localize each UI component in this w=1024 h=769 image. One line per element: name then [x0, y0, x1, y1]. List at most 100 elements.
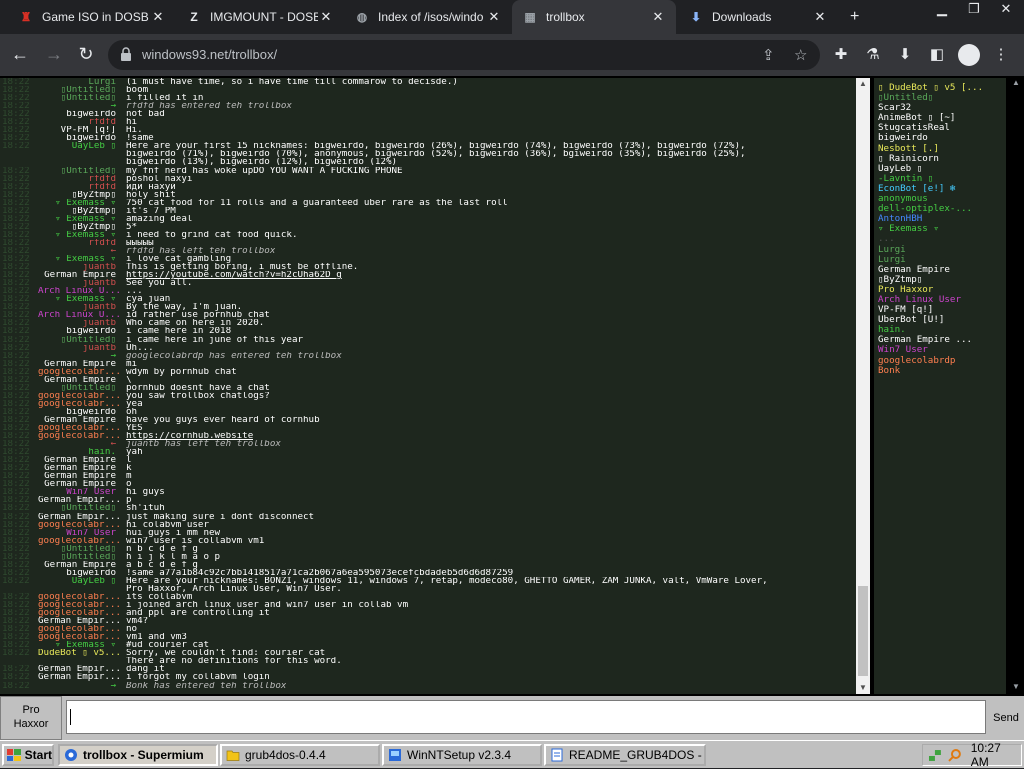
download-icon[interactable]: ⬇ — [894, 45, 916, 63]
message-nick[interactable]: ▿ Exemass ▿ — [38, 199, 126, 207]
user-list-item[interactable]: googlecolabrdp — [878, 356, 1006, 366]
message-nick[interactable]: ▯Untitled▯ — [38, 94, 126, 102]
message-nick[interactable]: German Empire — [38, 456, 126, 464]
message-nick[interactable]: ▯Untitled▯ — [38, 545, 126, 553]
user-list-item[interactable]: EconBot [e!] ❄ — [878, 184, 1006, 194]
message-nick[interactable]: German Empir... — [38, 513, 126, 521]
message-nick[interactable]: VP-FM [q!] — [38, 126, 126, 134]
user-list-item[interactable]: AnimeBot ▯ [~] — [878, 113, 1006, 123]
message-nick[interactable]: ▯ByZtmp▯ — [38, 207, 126, 215]
browser-tab-0[interactable]: ♜ Game ISO in DOSB ✕ — [8, 0, 176, 34]
message-nick[interactable]: German Empir... — [38, 617, 126, 625]
user-list-item[interactable]: ▯ Rainicorn — [878, 154, 1006, 164]
user-list-item[interactable]: bigweirdo — [878, 133, 1006, 143]
reload-button[interactable]: ↻ — [74, 43, 98, 67]
user-list-item[interactable]: ▿ Exemass ▿ — [878, 224, 1006, 234]
user-list-item[interactable]: StugcatisReal — [878, 123, 1006, 133]
message-nick[interactable]: German Empire — [38, 360, 126, 368]
message-nick[interactable]: ▯Untitled▯ — [38, 504, 126, 512]
message-nick[interactable]: bigweirdo — [38, 134, 126, 142]
message-nick[interactable]: googlecolabr... — [38, 432, 126, 440]
message-nick[interactable]: German Empir... — [38, 496, 126, 504]
scroll-up-arrow-icon[interactable]: ▲ — [856, 78, 870, 90]
close-tab-icon[interactable]: ✕ — [486, 9, 502, 25]
send-button[interactable]: Send — [988, 698, 1024, 738]
message-nick[interactable]: UayLeb ▯ — [38, 142, 126, 150]
message-nick[interactable]: bigweirdo — [38, 408, 126, 416]
labs-flask-icon[interactable]: ⚗ — [862, 45, 884, 63]
message-input[interactable] — [66, 700, 986, 734]
menu-kebab-icon[interactable]: ⋮ — [990, 45, 1012, 63]
message-link[interactable]: https://youtube.com/watch?v=h2cUha62D_g — [126, 271, 342, 279]
message-nick[interactable]: googlecolabr... — [38, 400, 126, 408]
browser-tab-4[interactable]: ⬇ Downloads ✕ — [678, 0, 838, 34]
new-tab-button[interactable]: + — [840, 0, 868, 34]
message-nick[interactable]: ▿ Exemass ▿ — [38, 295, 126, 303]
message-nick[interactable]: googlecolabr... — [38, 521, 126, 529]
message-nick[interactable]: ← — [38, 247, 126, 255]
user-list-item[interactable]: ▯ByZtmp▯ — [878, 275, 1006, 285]
message-nick[interactable]: juantb — [38, 263, 126, 271]
chat-scrollbar[interactable]: ▲ ▼ — [856, 78, 870, 694]
user-list-item[interactable]: Arch Linux User — [878, 295, 1006, 305]
search-magnifier-icon[interactable] — [947, 747, 963, 763]
browser-tab-1[interactable]: Z IMGMOUNT - DOSB ✕ — [176, 0, 344, 34]
back-button[interactable]: ← — [8, 43, 32, 67]
message-nick[interactable]: ▯Untitled▯ — [38, 336, 126, 344]
message-nick[interactable]: Win7 User — [38, 529, 126, 537]
user-list-item[interactable]: Nesbott [.] — [878, 144, 1006, 154]
browser-tab-2[interactable]: ◍ Index of /isos/windo ✕ — [344, 0, 512, 34]
message-nick[interactable]: → — [38, 102, 126, 110]
message-nick[interactable]: German Empir... — [38, 673, 126, 681]
user-list-item[interactable]: German Empire — [878, 265, 1006, 275]
message-nick[interactable]: UayLeb ▯ — [38, 577, 126, 585]
scrollbar-thumb[interactable] — [858, 586, 868, 676]
user-list-item[interactable]: German Empire ... — [878, 335, 1006, 345]
message-nick[interactable]: German Empire — [38, 480, 126, 488]
user-list-item[interactable]: ▯ DudeBot ▯ v5 [... — [878, 83, 1006, 93]
message-nick[interactable]: googlecolabr... — [38, 537, 126, 545]
user-list-item[interactable]: anonymous — [878, 194, 1006, 204]
user-list-item[interactable]: hain. — [878, 325, 1006, 335]
message-nick[interactable]: googlecolabr... — [38, 424, 126, 432]
close-tab-icon[interactable]: ✕ — [150, 9, 166, 25]
message-nick[interactable] — [38, 158, 126, 166]
user-list-item[interactable]: ▯Untitled▯ — [878, 93, 1006, 103]
message-nick[interactable]: ▯Untitled▯ — [38, 384, 126, 392]
restore-button[interactable]: ❐ — [958, 0, 990, 20]
message-nick[interactable]: ▿ Exemass ▿ — [38, 641, 126, 649]
message-nick[interactable] — [38, 150, 126, 158]
message-nick[interactable]: googlecolabr... — [38, 593, 126, 601]
message-nick[interactable]: ▯Untitled▯ — [38, 86, 126, 94]
user-list-item[interactable]: Pro Haxxor — [878, 285, 1006, 295]
message-nick[interactable]: googlecolabr... — [38, 392, 126, 400]
message-nick[interactable]: ▯ByZtmp▯ — [38, 191, 126, 199]
message-link[interactable]: https://cornhub.website — [126, 432, 253, 440]
message-nick[interactable]: Win7 User — [38, 488, 126, 496]
taskbar-item-grub4dos[interactable]: grub4dos-0.4.4 — [220, 744, 380, 766]
message-nick[interactable]: bigweirdo — [38, 569, 126, 577]
message-nick[interactable]: DudeBot ▯ v5... — [38, 649, 126, 657]
user-list-item[interactable]: Lurgi — [878, 245, 1006, 255]
clock[interactable]: 10:27 AM — [971, 741, 1021, 769]
message-nick[interactable]: ▯ByZtmp▯ — [38, 223, 126, 231]
user-list-item[interactable]: Scar32 — [878, 103, 1006, 113]
address-bar[interactable]: windows93.net/trollbox/ ⇪ ☆ — [108, 40, 820, 70]
user-list-item[interactable]: VP-FM [q!] — [878, 305, 1006, 315]
user-list-item[interactable]: UayLeb ▯ — [878, 164, 1006, 174]
message-nick[interactable]: ▿ Exemass ▿ — [38, 255, 126, 263]
message-nick[interactable]: German Empire — [38, 416, 126, 424]
share-icon[interactable]: ⇪ — [762, 46, 775, 64]
message-nick[interactable]: German Empir... — [38, 665, 126, 673]
message-nick[interactable]: rfdfd — [38, 118, 126, 126]
close-tab-icon[interactable]: ✕ — [650, 9, 666, 25]
message-nick[interactable]: rfdfd — [38, 183, 126, 191]
message-nick[interactable]: bigweirdo — [38, 327, 126, 335]
message-nick[interactable]: German Empire — [38, 561, 126, 569]
message-nick[interactable]: hain. — [38, 448, 126, 456]
message-nick[interactable]: juantb — [38, 344, 126, 352]
message-nick[interactable]: rfdfd — [38, 239, 126, 247]
close-tab-icon[interactable]: ✕ — [318, 9, 334, 25]
extensions-icon[interactable]: ✚ — [830, 45, 852, 63]
message-nick[interactable]: juantb — [38, 303, 126, 311]
